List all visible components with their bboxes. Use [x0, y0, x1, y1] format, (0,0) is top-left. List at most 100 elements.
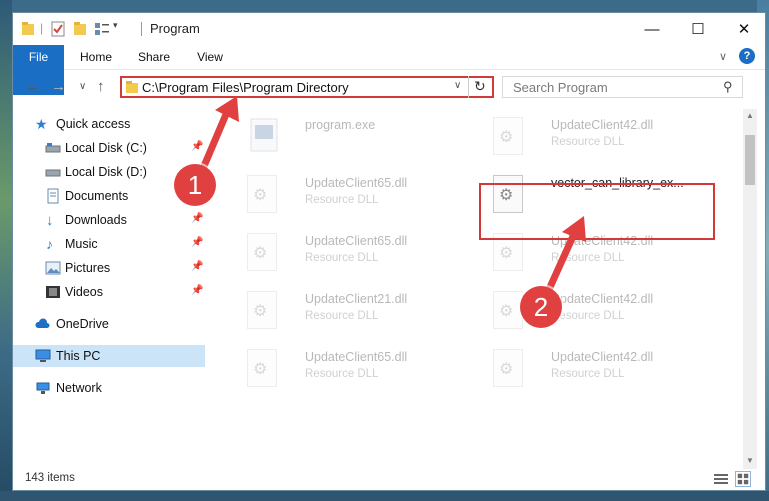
sidebar-item-network[interactable]: Network	[13, 377, 205, 399]
gear-icon: ⚙	[499, 129, 514, 146]
help-icon[interactable]: ?	[739, 48, 755, 64]
desktop-background-bottom	[0, 491, 769, 501]
gear-icon: ⚙	[499, 303, 514, 320]
tab-view[interactable]: View	[189, 45, 231, 69]
sidebar-item-pictures[interactable]: Pictures 📌	[13, 257, 205, 279]
properties-icon[interactable]	[51, 21, 65, 37]
file-name: program.exe	[305, 118, 376, 132]
file-name: UpdateClient65.dll	[305, 350, 408, 364]
address-toolbar: ← → ∨ ↑ C:\Program Files\Program Directo…	[13, 70, 765, 104]
file-type: Resource DLL	[305, 310, 379, 322]
file-name: UpdateClient42.dll	[551, 350, 654, 364]
scroll-up-icon[interactable]: ▲	[746, 111, 754, 120]
sidebar-item-label: Pictures	[65, 261, 111, 275]
sidebar-item-this-pc[interactable]: This PC	[13, 345, 205, 367]
tab-share[interactable]: Share	[133, 45, 175, 69]
cloud-icon	[35, 318, 50, 328]
file-item[interactable]: ⚙ UpdateClient65.dll Resource DLL	[239, 171, 479, 221]
sidebar-item-music[interactable]: ♪ Music 📌	[13, 233, 205, 255]
address-separator	[468, 76, 469, 98]
folder-icon	[126, 81, 138, 93]
address-bar[interactable]: C:\Program Files\Program Directory ∨ ↻	[120, 76, 494, 98]
sidebar-item-label: Quick access	[56, 117, 131, 131]
qa-separator: |	[40, 21, 44, 35]
file-name: UpdateClient65.dll	[305, 234, 408, 248]
gear-icon: ⚙	[499, 361, 514, 378]
file-type: Resource DLL	[305, 368, 379, 380]
title-separator	[141, 22, 142, 36]
download-icon: ↓	[46, 212, 54, 229]
search-placeholder: Search Program	[513, 80, 608, 95]
maximize-button[interactable]: ☐	[675, 13, 721, 45]
sidebar-item-label: Network	[56, 381, 102, 395]
pin-icon[interactable]: 📌	[191, 285, 203, 296]
desktop-background-left	[0, 0, 12, 501]
file-name: UpdateClient42.dll	[551, 118, 654, 132]
forward-arrow-icon[interactable]: →	[51, 78, 66, 95]
ribbon-expand-icon[interactable]: ∨	[719, 50, 727, 63]
sidebar-item-label: This PC	[56, 349, 101, 363]
scrollbar-thumb[interactable]	[745, 135, 755, 185]
sidebar-item-downloads[interactable]: ↓ Downloads 📌	[13, 209, 205, 231]
gear-icon: ⚙	[253, 303, 268, 320]
file-type: Resource DLL	[305, 194, 379, 206]
sidebar-item-local-disk-c[interactable]: Local Disk (C:) 📌	[13, 137, 205, 159]
sidebar-item-label: Music	[65, 237, 98, 251]
gear-icon: ⚙	[253, 361, 268, 378]
file-item[interactable]: ⚙ UpdateClient42.dll Resource DLL	[485, 113, 725, 163]
large-icons-view-icon[interactable]	[735, 471, 751, 487]
new-folder-icon[interactable]	[73, 21, 87, 37]
gear-icon: ⚙	[253, 187, 268, 204]
star-icon: ★	[35, 116, 48, 132]
sidebar-item-label: Documents	[65, 189, 129, 203]
details-view-icon[interactable]	[713, 472, 729, 486]
sidebar-item-label: Downloads	[65, 213, 127, 227]
gear-icon: ⚙	[499, 245, 514, 262]
ribbon-tabs: File Home Share View ∨ ?	[13, 45, 765, 95]
sidebar-item-videos[interactable]: Videos 📌	[13, 281, 205, 303]
minimize-button[interactable]: —	[629, 13, 675, 45]
pin-icon[interactable]: 📌	[191, 261, 203, 272]
search-box[interactable]: Search Program ⚲	[502, 76, 743, 98]
title-bar: | ▾ Program — ☐ ✕	[13, 13, 765, 45]
pictures-icon	[45, 261, 61, 275]
scroll-down-icon[interactable]: ▼	[746, 456, 754, 465]
recent-locations-icon[interactable]: ∨	[79, 81, 86, 92]
sidebar-item-label: Local Disk (D:)	[65, 165, 147, 179]
documents-icon	[47, 188, 59, 204]
step-badge-2: 2	[520, 286, 562, 328]
address-dropdown-icon[interactable]: ∨	[454, 80, 461, 91]
explorer-window: | ▾ Program — ☐ ✕ File Home Share View ∨…	[12, 12, 766, 491]
file-list: program.exe ⚙ UpdateClient42.dll Resourc…	[213, 109, 745, 469]
close-button[interactable]: ✕	[721, 13, 767, 45]
file-item[interactable]: ⚙ UpdateClient42.dll Resource DLL	[485, 345, 725, 395]
refresh-icon[interactable]: ↻	[474, 78, 486, 95]
pin-icon[interactable]: 📌	[191, 237, 203, 248]
drive-icon	[45, 143, 61, 153]
item-count: 143 items	[25, 472, 75, 484]
file-name: UpdateClient65.dll	[305, 176, 408, 190]
search-icon[interactable]: ⚲	[723, 79, 733, 95]
file-item[interactable]: program.exe	[239, 113, 479, 163]
vertical-scrollbar[interactable]: ▲ ▼	[743, 109, 757, 469]
back-arrow-icon[interactable]: ←	[25, 78, 40, 95]
sidebar-item-label: OneDrive	[56, 317, 109, 331]
view-options-icon[interactable]	[94, 21, 110, 37]
folder-icon	[22, 22, 34, 35]
tab-home[interactable]: Home	[75, 45, 117, 69]
pin-icon[interactable]: 📌	[191, 213, 203, 224]
file-item[interactable]: ⚙ UpdateClient65.dll Resource DLL	[239, 345, 479, 395]
file-type: Resource DLL	[551, 136, 625, 148]
qa-customize-icon[interactable]: ▾	[113, 20, 118, 36]
up-arrow-icon[interactable]: ↑	[97, 78, 105, 95]
sidebar-item-onedrive[interactable]: OneDrive	[13, 313, 205, 335]
sidebar-item-label: Videos	[65, 285, 103, 299]
file-item[interactable]: ⚙ UpdateClient21.dll Resource DLL	[239, 287, 479, 337]
file-name: UpdateClient21.dll	[305, 292, 408, 306]
sidebar-item-quick-access[interactable]: ★ Quick access	[13, 113, 205, 135]
videos-icon	[46, 286, 60, 298]
file-item[interactable]: ⚙ UpdateClient65.dll Resource DLL	[239, 229, 479, 279]
music-icon: ♪	[46, 236, 53, 252]
file-type: Resource DLL	[305, 252, 379, 264]
drive-icon	[45, 169, 61, 177]
